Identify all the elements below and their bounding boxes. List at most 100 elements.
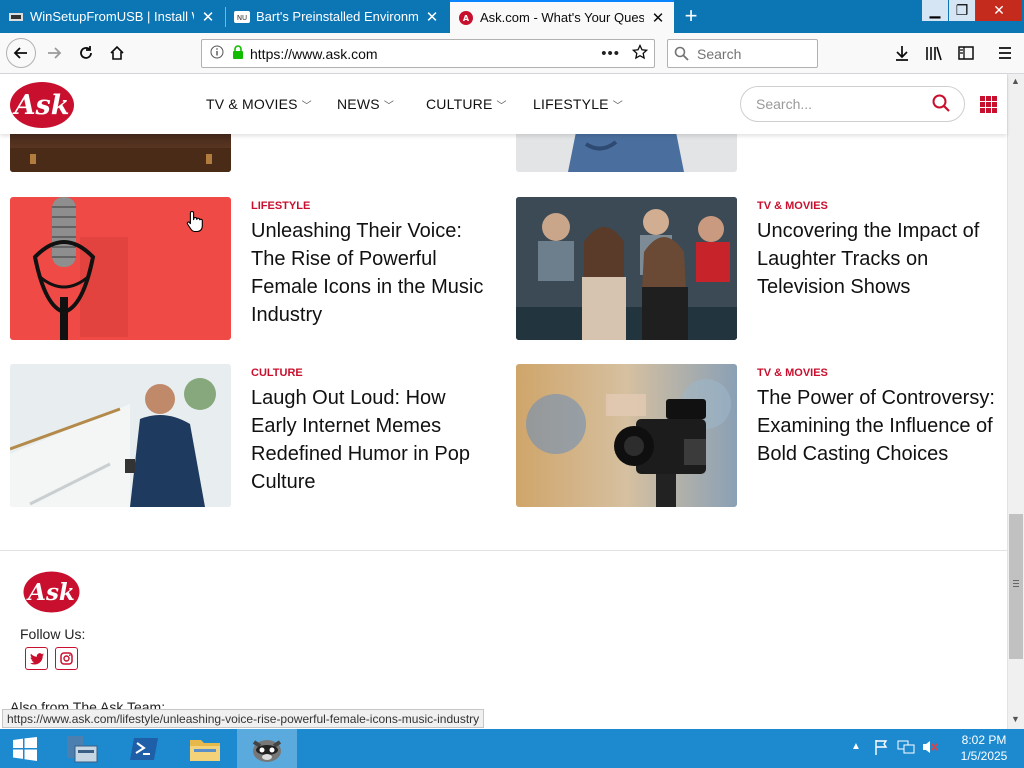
- scrollbar-thumb[interactable]: [1009, 514, 1023, 659]
- article-title[interactable]: Uncovering the Impact of Laughter Tracks…: [757, 217, 1002, 301]
- url-bar[interactable]: https://www.ask.com •••: [201, 39, 655, 68]
- article-image-partial[interactable]: [516, 134, 737, 172]
- status-link-preview: https://www.ask.com/lifestyle/unleashing…: [2, 709, 485, 728]
- search-icon[interactable]: [932, 94, 950, 115]
- article-category[interactable]: LIFESTYLE: [251, 200, 310, 212]
- svg-text:A: A: [463, 14, 470, 23]
- search-icon: [674, 46, 689, 61]
- tab-title: Ask.com - What's Your Questio: [480, 10, 644, 25]
- svg-text:Ask: Ask: [26, 579, 75, 606]
- url-text[interactable]: https://www.ask.com: [250, 46, 601, 62]
- network-icon[interactable]: [897, 739, 915, 760]
- info-icon[interactable]: [210, 45, 224, 62]
- tab-ask-com[interactable]: A Ask.com - What's Your Questio ✕: [450, 0, 674, 33]
- nav-tv-movies[interactable]: TV & MOVIES ﹀: [206, 96, 312, 112]
- vertical-scrollbar[interactable]: ▲ ▼: [1007, 74, 1024, 729]
- system-clock[interactable]: 8:02 PM 1/5/2025: [950, 732, 1018, 764]
- article-title[interactable]: The Power of Controversy: Examining the …: [757, 384, 1002, 468]
- article-image-video-camera[interactable]: [516, 364, 737, 507]
- ask-favicon-icon: A: [458, 10, 474, 26]
- article-title[interactable]: Laugh Out Loud: How Early Internet Memes…: [251, 384, 496, 496]
- library-button[interactable]: [920, 39, 948, 67]
- action-center-flag-icon[interactable]: [873, 739, 889, 760]
- article-image-laughing-audience[interactable]: [516, 197, 737, 340]
- article-category[interactable]: TV & MOVIES: [757, 200, 828, 212]
- close-tab-icon[interactable]: ✕: [200, 8, 216, 26]
- chevron-down-icon: ﹀: [383, 101, 395, 112]
- back-arrow-icon: [13, 47, 27, 59]
- tab-strip: WinSetupFromUSB | Install Win ✕ NU Bart'…: [0, 0, 1024, 33]
- chevron-down-icon: ﹀: [496, 101, 507, 112]
- hamburger-menu-icon: [999, 47, 1011, 59]
- nav-culture[interactable]: CULTURE ﹀: [426, 96, 507, 112]
- forward-arrow-icon: [48, 47, 62, 59]
- clock-time: 8:02 PM: [961, 733, 1007, 747]
- library-icon: [926, 46, 942, 61]
- apps-grid-icon[interactable]: [980, 96, 997, 113]
- close-tab-icon[interactable]: ✕: [424, 8, 440, 26]
- raccoon-app-icon: [252, 739, 282, 762]
- navigation-toolbar: https://www.ask.com ••• Search: [0, 33, 1024, 74]
- taskbar-file-explorer[interactable]: [175, 729, 235, 768]
- page-actions-icon[interactable]: •••: [601, 45, 620, 62]
- tab-title: Bart's Preinstalled Environment: [256, 9, 418, 24]
- show-hidden-icons-icon[interactable]: ▲: [851, 741, 861, 752]
- folder-icon: [190, 739, 220, 761]
- minimize-window-button[interactable]: ▁: [922, 0, 948, 21]
- downloads-button[interactable]: [888, 39, 916, 67]
- hand-cursor-icon: [186, 210, 204, 237]
- ask-logo[interactable]: Ask: [9, 81, 75, 134]
- reload-icon: [80, 46, 92, 59]
- nav-label: LIFESTYLE: [533, 96, 609, 112]
- article-category[interactable]: CULTURE: [251, 367, 303, 379]
- tab-barts-pe[interactable]: NU Bart's Preinstalled Environment ✕: [226, 0, 448, 33]
- scroll-up-arrow-icon[interactable]: ▲: [1011, 76, 1020, 86]
- home-button[interactable]: [103, 39, 131, 67]
- site-header: Ask TV & MOVIES ﹀ NEWS ﹀ CULTURE ﹀ LIFESTYL…: [0, 74, 1007, 134]
- site-search-placeholder: Search...: [756, 96, 813, 112]
- nav-label: CULTURE: [426, 96, 493, 112]
- chevron-down-icon: ﹀: [612, 101, 623, 112]
- scroll-down-arrow-icon[interactable]: ▼: [1011, 714, 1020, 724]
- article-image-partial[interactable]: [10, 134, 231, 172]
- taskbar-firefox-active[interactable]: [237, 729, 297, 768]
- home-icon: [110, 45, 124, 60]
- bookmark-star-icon[interactable]: [631, 43, 649, 63]
- instagram-icon[interactable]: [55, 647, 78, 670]
- search-placeholder: Search: [697, 45, 742, 62]
- page-content: LIFESTYLE Unleashing Their Voice: The Ri…: [0, 134, 1007, 729]
- article-category[interactable]: TV & MOVIES: [757, 367, 828, 379]
- windows-logo-icon: [13, 736, 37, 761]
- clock-date: 1/5/2025: [960, 749, 1008, 763]
- browser-search-box[interactable]: Search: [667, 39, 818, 68]
- site-search-input[interactable]: Search...: [740, 86, 965, 122]
- powershell-icon: [130, 737, 158, 760]
- article-image-man-with-phone[interactable]: [10, 364, 231, 507]
- article-title[interactable]: Unleashing Their Voice: The Rise of Powe…: [251, 217, 496, 329]
- nav-lifestyle[interactable]: LIFESTYLE ﹀: [533, 96, 623, 112]
- taskbar-powershell[interactable]: [114, 729, 174, 768]
- tab-winsetupfromusb[interactable]: WinSetupFromUSB | Install Win ✕: [0, 0, 224, 33]
- start-button[interactable]: [0, 729, 50, 768]
- site-footer: Ask Follow Us: Also from The Ask Team:: [0, 550, 1007, 715]
- chevron-down-icon: ﹀: [301, 101, 312, 112]
- taskbar-server-manager[interactable]: [52, 729, 112, 768]
- close-window-button[interactable]: ✕: [976, 0, 1022, 21]
- reload-button[interactable]: [72, 39, 100, 67]
- windows-taskbar: ▲ 8:02 PM 1/5/2025: [0, 729, 1024, 768]
- menu-button[interactable]: [991, 39, 1019, 67]
- new-tab-button[interactable]: +: [678, 4, 704, 30]
- nav-news[interactable]: NEWS ﹀: [337, 96, 394, 112]
- secure-lock-icon[interactable]: [232, 45, 244, 62]
- close-tab-icon[interactable]: ✕: [650, 9, 666, 27]
- footer-ask-logo[interactable]: Ask: [23, 571, 80, 618]
- sidebar-button[interactable]: [952, 39, 980, 67]
- forward-button[interactable]: [40, 39, 68, 67]
- svg-text:Ask: Ask: [12, 90, 70, 121]
- restore-window-button[interactable]: ❐: [949, 0, 975, 21]
- back-button[interactable]: [6, 38, 36, 68]
- twitter-icon[interactable]: [25, 647, 48, 670]
- volume-muted-icon[interactable]: [921, 739, 939, 760]
- svg-text:NU: NU: [237, 14, 247, 22]
- nav-label: TV & MOVIES: [206, 96, 298, 112]
